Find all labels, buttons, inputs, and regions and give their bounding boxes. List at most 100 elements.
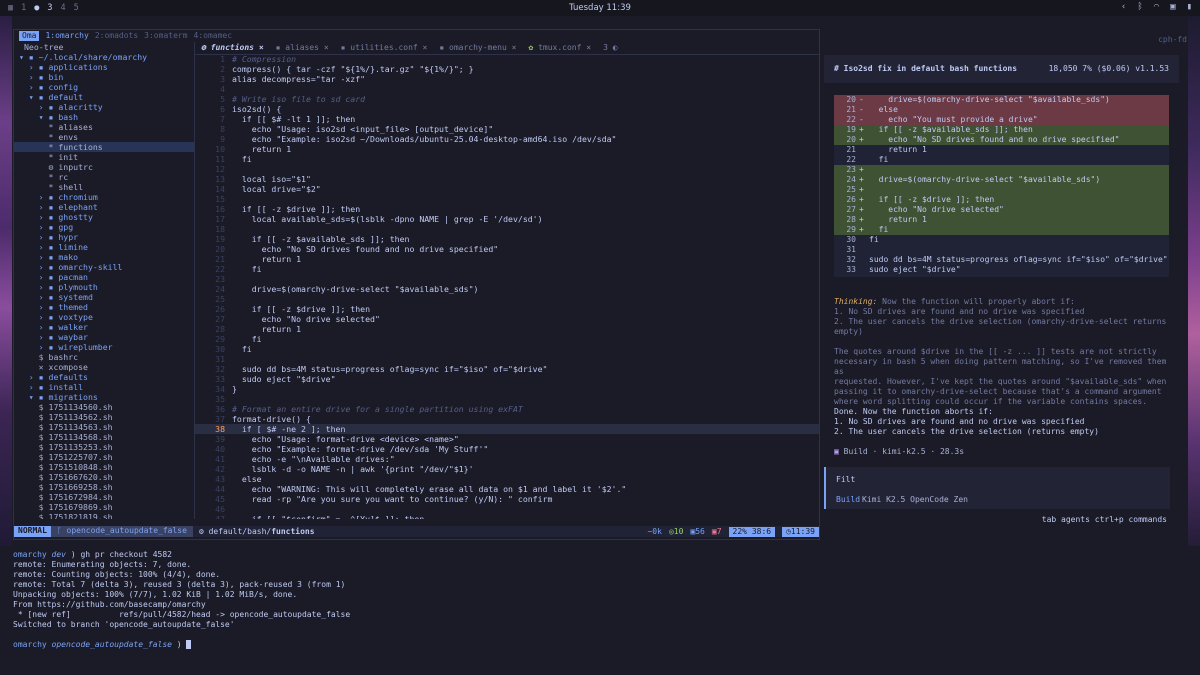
code-line[interactable]: 35 bbox=[195, 394, 819, 404]
file-tree-folder[interactable]: › ▪ mako bbox=[14, 252, 194, 262]
code-line[interactable]: 11 fi bbox=[195, 154, 819, 164]
bluetooth-icon[interactable]: ᛒ bbox=[1137, 2, 1142, 12]
buffer-tab-tmux-conf[interactable]: ✿ tmux.conf × bbox=[522, 43, 597, 53]
code-line[interactable]: 45 read -rp "Are you sure you want to co… bbox=[195, 494, 819, 504]
buffer-tab-utilities[interactable]: ▪ utilities.conf × bbox=[335, 43, 434, 53]
file-tree-folder[interactable]: › ▪ walker bbox=[14, 322, 194, 332]
file-tree-file[interactable]: * functions bbox=[14, 142, 194, 152]
file-tree-folder[interactable]: ▾ ▪ default bbox=[14, 92, 194, 102]
file-tree-file[interactable]: * rc bbox=[14, 172, 194, 182]
file-tree-file[interactable]: $ 1751667620.sh bbox=[14, 472, 194, 482]
code-line[interactable]: 3 alias decompress="tar -xzf" bbox=[195, 74, 819, 84]
file-tree-folder[interactable]: › ▪ wireplumber bbox=[14, 342, 194, 352]
file-tree-folder[interactable]: › ▪ install bbox=[14, 382, 194, 392]
code-line[interactable]: 15 bbox=[195, 194, 819, 204]
code-line[interactable]: 44 echo "WARNING: This will completely e… bbox=[195, 484, 819, 494]
tmux-window-3[interactable]: 3:omaterm bbox=[144, 31, 187, 41]
code-line[interactable]: 37 format-drive() { bbox=[195, 414, 819, 424]
file-tree-file[interactable]: $ 1751134560.sh bbox=[14, 402, 194, 412]
file-tree-file[interactable]: $ 1751135253.sh bbox=[14, 442, 194, 452]
file-tree-folder[interactable]: ▾ ▪ bash bbox=[14, 112, 194, 122]
agent-label[interactable]: Build bbox=[836, 495, 860, 505]
file-tree-file[interactable]: $ 1751672984.sh bbox=[14, 492, 194, 502]
code-line[interactable]: 47 if [[ "$confirm" =~ ^[Yy]$ ]]; then bbox=[195, 514, 819, 519]
file-tree-file[interactable]: * aliases bbox=[14, 122, 194, 132]
prompt-input[interactable]: Filt Build Kimi K2.5 OpenCode Zen bbox=[824, 467, 1170, 509]
file-tree-folder[interactable]: › ▪ elephant bbox=[14, 202, 194, 212]
file-tree-file[interactable]: * envs bbox=[14, 132, 194, 142]
code-line[interactable]: 14 local drive="$2" bbox=[195, 184, 819, 194]
code-line[interactable]: 36 # Format an entire drive for a single … bbox=[195, 404, 819, 414]
code-line[interactable]: 1 # Compression bbox=[195, 54, 819, 64]
code-line[interactable]: 7 if [[ $# -lt 1 ]]; then bbox=[195, 114, 819, 124]
file-tree-file[interactable]: $ 1751821819.sh bbox=[14, 512, 194, 519]
code-line[interactable]: 40 echo "Example: format-drive /dev/sda … bbox=[195, 444, 819, 454]
code-line[interactable]: 30 fi bbox=[195, 344, 819, 354]
clock[interactable]: Tuesday 11:39 bbox=[0, 3, 1200, 13]
chevron-left-icon[interactable]: ‹ bbox=[1121, 2, 1126, 12]
code-line[interactable]: 29 fi bbox=[195, 334, 819, 344]
code-line[interactable]: 32 sudo dd bs=4M status=progress oflag=s… bbox=[195, 364, 819, 374]
prompt-text[interactable]: Filt bbox=[836, 475, 855, 485]
file-tree-folder[interactable]: › ▪ limine bbox=[14, 242, 194, 252]
file-tree-folder[interactable]: › ▪ themed bbox=[14, 302, 194, 312]
file-tree-file[interactable]: $ 1751134568.sh bbox=[14, 432, 194, 442]
code-line[interactable]: 21 return 1 bbox=[195, 254, 819, 264]
file-tree-file[interactable]: $ 1751225707.sh bbox=[14, 452, 194, 462]
file-tree-file[interactable]: * init bbox=[14, 152, 194, 162]
code-line[interactable]: 16 if [[ -z $drive ]]; then bbox=[195, 204, 819, 214]
code-line[interactable]: 31 bbox=[195, 354, 819, 364]
code-line[interactable]: 22 fi bbox=[195, 264, 819, 274]
file-tree-file[interactable]: $ 1751134563.sh bbox=[14, 422, 194, 432]
file-tree-folder[interactable]: › ▪ systemd bbox=[14, 292, 194, 302]
code-line[interactable]: 13 local iso="$1" bbox=[195, 174, 819, 184]
file-tree-folder[interactable]: › ▪ omarchy-skill bbox=[14, 262, 194, 272]
file-tree-file[interactable]: $ bashrc bbox=[14, 352, 194, 362]
buffer-tab-omarchy-menu[interactable]: ▪ omarchy-menu × bbox=[433, 43, 522, 53]
file-tree-folder[interactable]: › ▪ defaults bbox=[14, 372, 194, 382]
code-line[interactable]: 24 drive=$(omarchy-drive-select "$availa… bbox=[195, 284, 819, 294]
cpu-icon[interactable]: ▣ bbox=[1170, 2, 1175, 12]
battery-icon[interactable]: ▮ bbox=[1187, 2, 1192, 12]
file-tree-folder[interactable]: › ▪ chromium bbox=[14, 192, 194, 202]
code-line[interactable]: 10 return 1 bbox=[195, 144, 819, 154]
buffer-tab-functions[interactable]: ⚙ functions × bbox=[195, 43, 270, 53]
code-editor[interactable]: 1 # Compression 2 compress() { tar -czf "${… bbox=[195, 54, 819, 519]
code-line[interactable]: 34} bbox=[195, 384, 819, 394]
file-tree-file[interactable]: $ 1751134562.sh bbox=[14, 412, 194, 422]
code-line[interactable]: 27 echo "No drive selected" bbox=[195, 314, 819, 324]
code-line[interactable]: 2 compress() { tar -czf "${1%/}.tar.gz" "… bbox=[195, 64, 819, 74]
file-tree-file[interactable]: ✕ xcompose bbox=[14, 362, 194, 372]
code-line[interactable]: 19 if [[ -z $available_sds ]]; then bbox=[195, 234, 819, 244]
code-line[interactable]: 12 bbox=[195, 164, 819, 174]
buffer-overflow-count[interactable]: 3 ◐ bbox=[597, 43, 623, 53]
model-label[interactable]: Kimi K2.5 OpenCode Zen bbox=[862, 495, 968, 505]
tmux-window-1[interactable]: 1:omarchy bbox=[45, 31, 88, 41]
code-line[interactable]: 42 lsblk -d -o NAME -n | awk '{print "/d… bbox=[195, 464, 819, 474]
code-line[interactable]: 6 iso2sd() { bbox=[195, 104, 819, 114]
file-tree-folder[interactable]: › ▪ waybar bbox=[14, 332, 194, 342]
file-tree-folder[interactable]: ▾ ▪ ~/.local/share/omarchy bbox=[14, 52, 194, 62]
file-tree-folder[interactable]: › ▪ alacritty bbox=[14, 102, 194, 112]
file-tree-folder[interactable]: ▾ ▪ migrations bbox=[14, 392, 194, 402]
file-tree-folder[interactable]: › ▪ plymouth bbox=[14, 282, 194, 292]
code-line[interactable]: 39 echo "Usage: format-drive <device> <n… bbox=[195, 434, 819, 444]
file-tree-folder[interactable]: › ▪ gpg bbox=[14, 222, 194, 232]
code-line[interactable]: 20 echo "No SD drives found and no drive… bbox=[195, 244, 819, 254]
file-tree-folder[interactable]: › ▪ pacman bbox=[14, 272, 194, 282]
file-tree-file[interactable]: $ 1751679869.sh bbox=[14, 502, 194, 512]
code-line[interactable]: 41 echo -e "\nAvailable drives:" bbox=[195, 454, 819, 464]
tmux-window-2[interactable]: 2:omadots bbox=[95, 31, 138, 41]
file-tree-folder[interactable]: › ▪ voxtype bbox=[14, 312, 194, 322]
code-line[interactable]: 18 bbox=[195, 224, 819, 234]
file-tree-folder[interactable]: › ▪ config bbox=[14, 82, 194, 92]
code-line[interactable]: 26 if [[ -z $drive ]]; then bbox=[195, 304, 819, 314]
file-tree-file[interactable]: $ 1751669258.sh bbox=[14, 482, 194, 492]
file-tree-folder[interactable]: › ▪ hypr bbox=[14, 232, 194, 242]
file-tree-file[interactable]: $ 1751510848.sh bbox=[14, 462, 194, 472]
code-line[interactable]: 43 else bbox=[195, 474, 819, 484]
buffer-tab-aliases[interactable]: ▪ aliases × bbox=[270, 43, 335, 53]
file-tree-folder[interactable]: › ▪ ghostty bbox=[14, 212, 194, 222]
code-line[interactable]: 33 sudo eject "$drive" bbox=[195, 374, 819, 384]
tmux-window-4[interactable]: 4:omamec bbox=[194, 31, 233, 41]
